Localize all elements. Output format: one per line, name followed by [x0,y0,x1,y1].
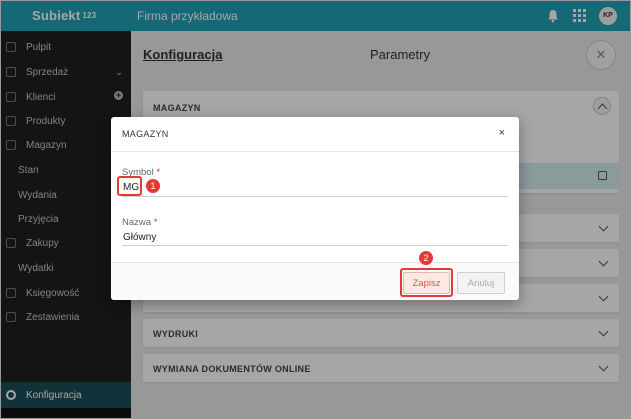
step-badge-2: 2 [418,250,434,266]
screenshot-frame [0,0,631,419]
